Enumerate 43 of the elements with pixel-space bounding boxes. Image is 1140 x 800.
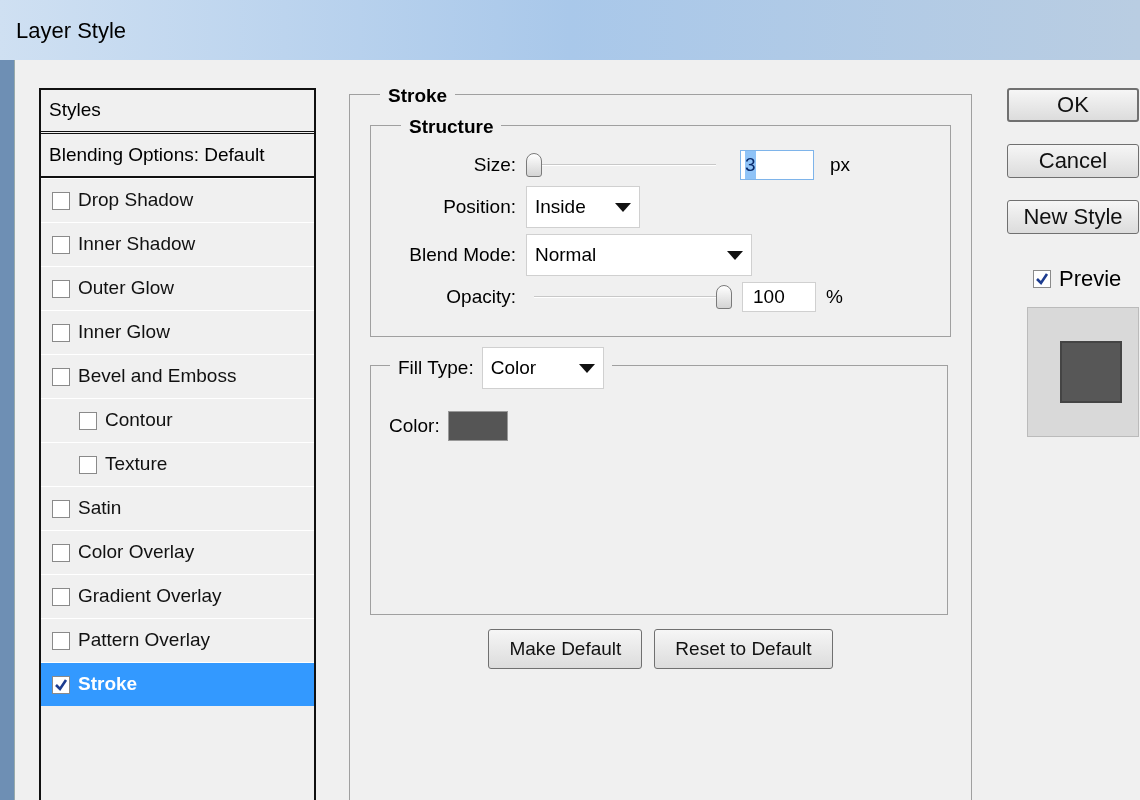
blend-mode-dropdown[interactable]: Normal xyxy=(526,234,752,276)
opacity-field[interactable]: 100 xyxy=(742,282,816,312)
checkbox[interactable] xyxy=(52,543,70,562)
checkbox[interactable] xyxy=(52,323,70,342)
checkmark-icon xyxy=(54,677,68,692)
fill-type-label: Fill Type: xyxy=(398,355,474,380)
color-label: Color: xyxy=(389,413,440,438)
blend-mode-label: Blend Mode: xyxy=(408,242,516,267)
preview-label: Previe xyxy=(1059,265,1122,293)
checkbox[interactable] xyxy=(52,191,70,210)
default-button[interactable]: Reset to Default xyxy=(654,629,833,669)
checkbox[interactable] xyxy=(52,587,70,606)
preview-swatch xyxy=(1060,341,1122,403)
color-swatch[interactable] xyxy=(447,411,508,441)
caret-icon xyxy=(615,202,631,212)
size-label: Size: xyxy=(472,152,516,177)
checkbox[interactable] xyxy=(52,675,70,694)
unit-label: px xyxy=(830,152,851,177)
caret-icon xyxy=(727,250,743,260)
checkbox[interactable] xyxy=(52,367,70,386)
list-header: Styles xyxy=(41,90,314,134)
window-title: Layer Style xyxy=(16,16,127,45)
default-button[interactable]: Make Default xyxy=(488,629,643,669)
checkbox[interactable] xyxy=(52,631,70,650)
checkbox[interactable] xyxy=(79,411,97,430)
checkbox[interactable] xyxy=(79,455,97,474)
position-label: Position: xyxy=(442,194,516,219)
dialog-button[interactable]: OK xyxy=(1007,88,1139,122)
dialog-button[interactable]: Cancel xyxy=(1007,144,1139,178)
checkbox[interactable] xyxy=(52,499,70,518)
position-dropdown[interactable]: Inside xyxy=(526,186,640,228)
dialog-button[interactable]: New Style xyxy=(1007,200,1139,234)
fill-type-dropdown[interactable]: Color xyxy=(481,347,604,389)
unit-label: % xyxy=(826,284,843,309)
checkbox[interactable] xyxy=(1033,269,1051,288)
checkmark-icon xyxy=(1035,271,1049,286)
slider-thumb[interactable] xyxy=(526,153,542,177)
checkbox[interactable] xyxy=(52,279,70,298)
slider-thumb[interactable] xyxy=(716,285,732,309)
size-field[interactable]: 3 xyxy=(740,150,814,180)
opacity-label: Opacity: xyxy=(445,284,516,309)
caret-icon xyxy=(578,363,595,373)
checkbox[interactable] xyxy=(52,235,70,254)
